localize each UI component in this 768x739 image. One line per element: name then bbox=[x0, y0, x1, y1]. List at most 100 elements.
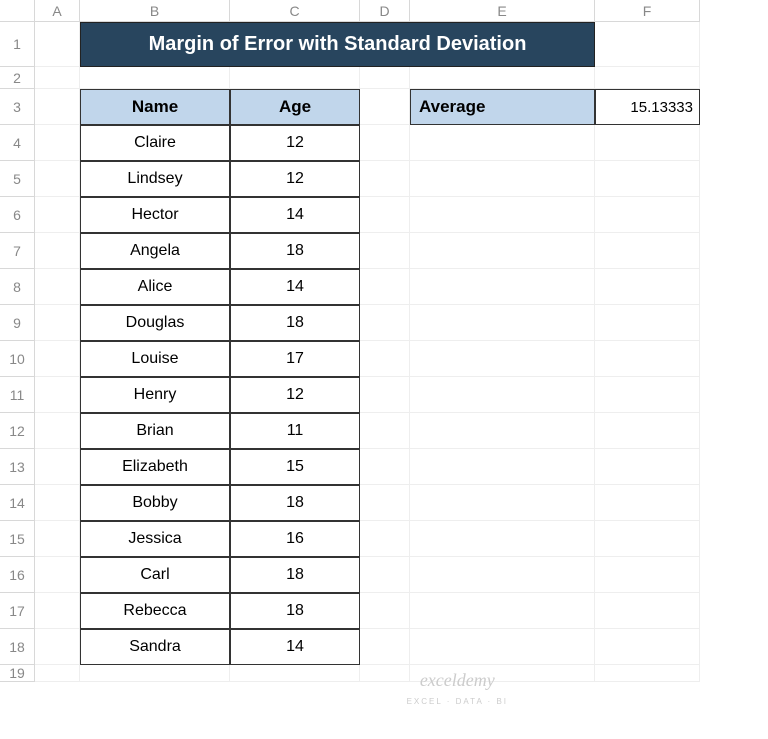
cell[interactable] bbox=[410, 521, 595, 557]
cell[interactable] bbox=[35, 449, 80, 485]
row-header-15[interactable]: 15 bbox=[0, 521, 35, 557]
cell[interactable] bbox=[595, 593, 700, 629]
cell[interactable] bbox=[410, 197, 595, 233]
table-cell-name[interactable]: Hector bbox=[80, 197, 230, 233]
table-cell-age[interactable]: 18 bbox=[230, 305, 360, 341]
row-header-12[interactable]: 12 bbox=[0, 413, 35, 449]
cell[interactable] bbox=[410, 485, 595, 521]
cell[interactable] bbox=[35, 665, 80, 682]
cell[interactable] bbox=[410, 557, 595, 593]
cell[interactable] bbox=[360, 485, 410, 521]
cell[interactable] bbox=[410, 67, 595, 89]
row-header-14[interactable]: 14 bbox=[0, 485, 35, 521]
cell[interactable] bbox=[35, 341, 80, 377]
table-header-name[interactable]: Name bbox=[80, 89, 230, 125]
cell[interactable] bbox=[35, 67, 80, 89]
cell[interactable] bbox=[35, 305, 80, 341]
cell[interactable] bbox=[360, 665, 410, 682]
cell[interactable] bbox=[35, 377, 80, 413]
row-header-3[interactable]: 3 bbox=[0, 89, 35, 125]
cell[interactable] bbox=[410, 377, 595, 413]
cell[interactable] bbox=[595, 269, 700, 305]
table-cell-name[interactable]: Lindsey bbox=[80, 161, 230, 197]
row-header-10[interactable]: 10 bbox=[0, 341, 35, 377]
cell[interactable] bbox=[35, 557, 80, 593]
table-cell-age[interactable]: 12 bbox=[230, 377, 360, 413]
cell[interactable] bbox=[35, 629, 80, 665]
select-all-corner[interactable] bbox=[0, 0, 35, 22]
table-cell-age[interactable]: 12 bbox=[230, 161, 360, 197]
table-cell-name[interactable]: Alice bbox=[80, 269, 230, 305]
row-header-2[interactable]: 2 bbox=[0, 67, 35, 89]
cell[interactable] bbox=[595, 449, 700, 485]
table-cell-name[interactable]: Claire bbox=[80, 125, 230, 161]
cell[interactable] bbox=[595, 233, 700, 269]
table-header-age[interactable]: Age bbox=[230, 89, 360, 125]
cell[interactable] bbox=[595, 161, 700, 197]
cell[interactable] bbox=[410, 269, 595, 305]
cell[interactable] bbox=[410, 665, 595, 682]
cell[interactable] bbox=[595, 665, 700, 682]
table-cell-age[interactable]: 11 bbox=[230, 413, 360, 449]
column-header-E[interactable]: E bbox=[410, 0, 595, 22]
cell[interactable] bbox=[410, 629, 595, 665]
cell[interactable] bbox=[410, 125, 595, 161]
cell[interactable] bbox=[410, 161, 595, 197]
row-header-7[interactable]: 7 bbox=[0, 233, 35, 269]
cell[interactable] bbox=[35, 413, 80, 449]
cell[interactable] bbox=[360, 341, 410, 377]
cell[interactable] bbox=[360, 233, 410, 269]
cell[interactable] bbox=[360, 161, 410, 197]
cell[interactable] bbox=[360, 89, 410, 125]
table-cell-age[interactable]: 12 bbox=[230, 125, 360, 161]
cell[interactable] bbox=[80, 665, 230, 682]
row-header-4[interactable]: 4 bbox=[0, 125, 35, 161]
table-cell-age[interactable]: 18 bbox=[230, 593, 360, 629]
average-value[interactable]: 15.13333 bbox=[595, 89, 700, 125]
cell[interactable] bbox=[595, 197, 700, 233]
row-header-17[interactable]: 17 bbox=[0, 593, 35, 629]
column-header-D[interactable]: D bbox=[360, 0, 410, 22]
cell[interactable] bbox=[35, 521, 80, 557]
cell[interactable] bbox=[360, 629, 410, 665]
cell[interactable] bbox=[360, 413, 410, 449]
cell[interactable] bbox=[595, 22, 700, 67]
cell[interactable] bbox=[360, 269, 410, 305]
table-cell-name[interactable]: Louise bbox=[80, 341, 230, 377]
row-header-19[interactable]: 19 bbox=[0, 665, 35, 682]
cell[interactable] bbox=[595, 413, 700, 449]
cell[interactable] bbox=[360, 593, 410, 629]
cell[interactable] bbox=[595, 629, 700, 665]
table-cell-age[interactable]: 18 bbox=[230, 233, 360, 269]
row-header-18[interactable]: 18 bbox=[0, 629, 35, 665]
row-header-5[interactable]: 5 bbox=[0, 161, 35, 197]
cell[interactable] bbox=[410, 413, 595, 449]
table-cell-age[interactable]: 18 bbox=[230, 485, 360, 521]
average-label[interactable]: Average bbox=[410, 89, 595, 125]
cell[interactable] bbox=[595, 67, 700, 89]
cell[interactable] bbox=[35, 593, 80, 629]
table-cell-age[interactable]: 15 bbox=[230, 449, 360, 485]
cell[interactable] bbox=[410, 305, 595, 341]
table-cell-name[interactable]: Brian bbox=[80, 413, 230, 449]
cell[interactable] bbox=[360, 67, 410, 89]
cell[interactable] bbox=[35, 22, 80, 67]
table-cell-age[interactable]: 14 bbox=[230, 197, 360, 233]
table-cell-name[interactable]: Douglas bbox=[80, 305, 230, 341]
column-header-F[interactable]: F bbox=[595, 0, 700, 22]
cell[interactable] bbox=[410, 341, 595, 377]
cell[interactable] bbox=[35, 485, 80, 521]
table-cell-name[interactable]: Jessica bbox=[80, 521, 230, 557]
cell[interactable] bbox=[595, 521, 700, 557]
cell[interactable] bbox=[360, 449, 410, 485]
cell[interactable] bbox=[230, 67, 360, 89]
table-cell-age[interactable]: 18 bbox=[230, 557, 360, 593]
cell[interactable] bbox=[595, 485, 700, 521]
column-header-B[interactable]: B bbox=[80, 0, 230, 22]
column-header-A[interactable]: A bbox=[35, 0, 80, 22]
table-cell-name[interactable]: Angela bbox=[80, 233, 230, 269]
table-cell-name[interactable]: Sandra bbox=[80, 629, 230, 665]
cell[interactable] bbox=[595, 305, 700, 341]
row-header-13[interactable]: 13 bbox=[0, 449, 35, 485]
cell[interactable] bbox=[360, 125, 410, 161]
